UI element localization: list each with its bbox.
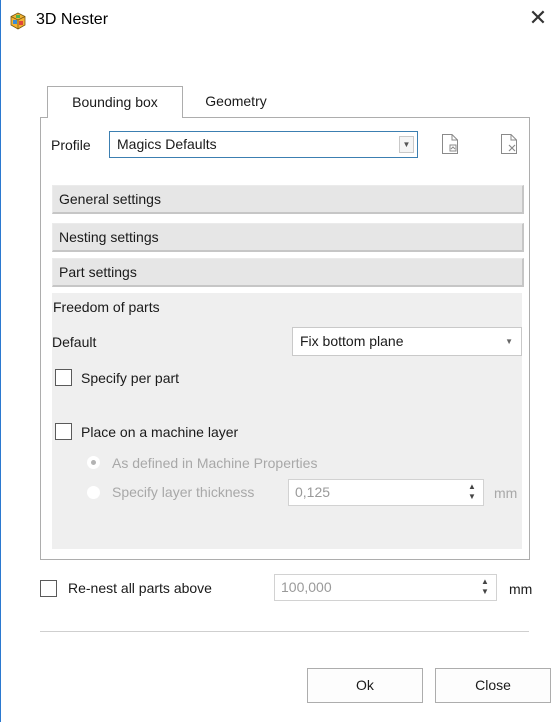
freedom-of-parts-heading: Freedom of parts bbox=[53, 299, 160, 315]
renest-value-input[interactable]: 100,000 ▲ ▼ bbox=[274, 574, 497, 601]
machine-layer-checkbox[interactable] bbox=[55, 423, 72, 440]
renest-label: Re-nest all parts above bbox=[68, 580, 212, 596]
specify-thickness-radio[interactable] bbox=[87, 486, 100, 499]
divider bbox=[40, 631, 529, 632]
specify-per-part-checkbox[interactable] bbox=[55, 369, 72, 386]
delete-profile-icon[interactable] bbox=[500, 133, 518, 155]
renest-unit: mm bbox=[509, 581, 533, 597]
as-defined-radio[interactable] bbox=[87, 456, 100, 469]
profile-select-value: Magics Defaults bbox=[117, 136, 217, 152]
thickness-unit: mm bbox=[494, 485, 518, 501]
window-title: 3D Nester bbox=[36, 11, 109, 28]
tab-bounding-box[interactable]: Bounding box bbox=[47, 86, 183, 118]
chevron-down-icon[interactable]: ▼ bbox=[399, 136, 414, 153]
renest-value: 100,000 bbox=[281, 579, 332, 595]
tab-geometry[interactable]: Geometry bbox=[188, 86, 284, 118]
profile-label: Profile bbox=[51, 137, 91, 153]
layer-thickness-input[interactable]: 0,125 ▲ ▼ bbox=[288, 479, 484, 506]
spinner-arrows-icon[interactable]: ▲ ▼ bbox=[467, 482, 477, 503]
layer-thickness-value: 0,125 bbox=[295, 484, 331, 500]
default-label: Default bbox=[52, 334, 97, 350]
nester-app-icon bbox=[9, 12, 27, 30]
spinner-arrows-icon[interactable]: ▲ ▼ bbox=[480, 577, 490, 598]
part-settings-section[interactable]: Part settings bbox=[52, 258, 524, 287]
chevron-down-icon[interactable]: ▼ bbox=[505, 328, 513, 355]
freedom-default-select[interactable]: Fix bottom plane ▼ bbox=[292, 327, 522, 356]
machine-layer-label: Place on a machine layer bbox=[81, 424, 239, 440]
specify-per-part-label: Specify per part bbox=[81, 370, 180, 386]
as-defined-label: As defined in Machine Properties bbox=[112, 455, 318, 471]
new-profile-icon[interactable] bbox=[441, 133, 459, 155]
general-settings-section[interactable]: General settings bbox=[52, 185, 524, 214]
close-button[interactable]: Close bbox=[435, 668, 551, 703]
profile-select[interactable]: Magics Defaults ▼ bbox=[109, 131, 418, 158]
window-border bbox=[0, 0, 1, 722]
nesting-settings-section[interactable]: Nesting settings bbox=[52, 223, 524, 252]
freedom-default-value: Fix bottom plane bbox=[300, 333, 404, 349]
renest-checkbox[interactable] bbox=[40, 580, 57, 597]
close-icon[interactable]: ✕ bbox=[526, 7, 550, 31]
specify-thickness-label: Specify layer thickness bbox=[112, 484, 255, 500]
ok-button[interactable]: Ok bbox=[307, 668, 423, 703]
